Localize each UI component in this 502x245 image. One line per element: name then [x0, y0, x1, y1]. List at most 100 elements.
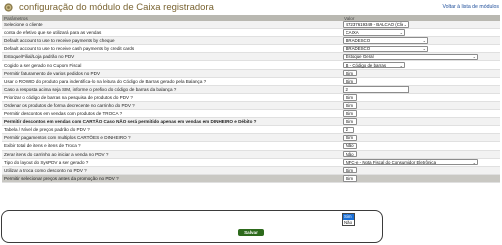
setting-value-cell: Não — [341, 150, 357, 158]
select-value: Sim — [345, 78, 354, 84]
chevron-down-icon: ⌄ — [472, 159, 476, 165]
setting-value-cell: Sim — [341, 166, 357, 174]
select-value: Estoque Geral — [345, 54, 374, 60]
select-value: Sim — [345, 167, 354, 173]
select-value: Não — [345, 143, 354, 149]
chevron-down-icon: ⌄ — [399, 30, 403, 36]
table-row: Tabela / Nível de preços padrão do PDV ?… — [2, 126, 500, 135]
select-value: Sim — [345, 175, 354, 181]
select-value: B - Código de barras — [345, 62, 387, 68]
setting-select[interactable]: B - Código de barras ⌄ — [343, 61, 405, 69]
setting-label: Permitir pagamentos com multiplos CARTÕE… — [4, 135, 131, 141]
setting-input[interactable]: 2 — [343, 86, 409, 93]
setting-select[interactable]: Estoque Geral ⌄ — [343, 53, 478, 61]
setting-select[interactable]: Não — [343, 142, 357, 150]
table-row: Permitir pagamentos com multiplos CARTÕE… — [2, 134, 500, 143]
setting-label: Permitir descontos em vendas com CARTÃO … — [4, 119, 257, 125]
setting-select[interactable]: Sim — [343, 175, 357, 182]
save-button[interactable]: Salvar — [238, 229, 264, 236]
table-row: conta de efetivo que se utilizará para a… — [2, 29, 500, 38]
back-to-modules-link[interactable]: Voltar à lista de módulos — [442, 4, 499, 10]
select-value: Sim — [345, 94, 354, 100]
setting-value-cell: CAIXA ⌄ — [341, 29, 405, 36]
setting-label: Permitir faturamento de varios pedidos n… — [4, 70, 101, 76]
setting-select[interactable]: Sim — [343, 134, 357, 142]
setting-value-cell: Sim — [341, 69, 357, 77]
setting-value-cell: Sim — [341, 110, 357, 117]
setting-value-cell: BRADESCO ⌄ — [341, 45, 428, 53]
setting-value-cell: Sim — [341, 77, 357, 85]
select-dropdown-list[interactable]: Sim Não — [342, 213, 355, 226]
chevron-down-icon: ⌄ — [472, 54, 476, 60]
table-row: Tipo do layout do SysPDV a ser gerado ? N… — [2, 158, 500, 167]
setting-value-cell: Estoque Geral ⌄ — [341, 53, 478, 61]
select-value: CAIXA — [345, 30, 359, 36]
settings-rows: Selecione o cliente 47237619349 - BALCAO … — [2, 21, 500, 183]
setting-label: Permitir selecionar preços antes da prom… — [4, 175, 119, 181]
dropdown-option-nao[interactable]: Não — [343, 220, 354, 226]
table-row: Default account to use to receive cash p… — [2, 45, 500, 54]
select-value: 2 — [345, 127, 348, 133]
table-row: Priorizar o código de barras na pesquisa… — [2, 93, 500, 102]
setting-select[interactable]: Sim — [343, 94, 357, 101]
table-row: Permitir selecionar preços antes da prom… — [2, 174, 500, 183]
table-row: Ordenar os produtos de forma decrecente … — [2, 101, 500, 111]
table-row: Permitir faturamento de varios pedidos n… — [2, 69, 500, 78]
page-title: configuração do módulo de Caixa registra… — [19, 2, 214, 13]
setting-label: Ordenar os produtos de forma decrecente … — [4, 102, 135, 108]
setting-select[interactable]: 2 — [343, 126, 354, 134]
table-row: Usar o ROWID do produto para indentifica… — [2, 77, 500, 86]
setting-select[interactable]: Sim — [343, 118, 357, 125]
chevron-down-icon: ⌄ — [399, 62, 403, 68]
setting-select[interactable]: Sim — [343, 77, 357, 85]
select-value: Sim — [345, 135, 354, 141]
table-row: Cogido a ser gerado no Cupom Fiscal B - C… — [2, 61, 500, 70]
column-header-value: Valor — [344, 15, 355, 21]
setting-label: conta de efetivo que se utilizará para a… — [4, 30, 102, 36]
setting-select[interactable]: Sim — [343, 102, 357, 109]
table-row: Selecione o cliente 47237619349 - BALCAO … — [2, 21, 500, 30]
focus-outline — [1, 210, 383, 243]
setting-label: Usar o ROWID do produto para indentifica… — [4, 78, 207, 84]
table-row: Permitir descontos em vendas com CARTÃO … — [2, 118, 500, 127]
setting-select[interactable]: Sim — [343, 110, 357, 117]
chevron-down-icon: ⌄ — [403, 22, 407, 28]
setting-label: Default account to use to receive paymen… — [4, 38, 115, 44]
setting-label: Default account to use to receive cash p… — [4, 46, 135, 52]
setting-value-cell: BRADESCO ⌄ — [341, 37, 428, 44]
setting-label: Cogido a ser gerado no Cupom Fiscal — [4, 62, 82, 68]
select-value: Sim — [345, 70, 354, 76]
setting-label: Caso a resposta acima seja SIM, informe … — [4, 86, 177, 92]
setting-select[interactable]: 47237619349 - BALCAO (Cliente, Fo⌄ — [343, 21, 409, 28]
setting-select[interactable]: CAIXA ⌄ — [343, 29, 405, 36]
column-header-params: Parâmetros — [4, 15, 28, 21]
setting-select[interactable]: BRADESCO ⌄ — [343, 45, 428, 53]
setting-value-cell: 47237619349 - BALCAO (Cliente, Fo⌄ — [341, 21, 409, 28]
settings-table: Parâmetros Valor Selecione o cliente 4723… — [2, 15, 500, 183]
select-value: BRADESCO — [345, 38, 371, 44]
setting-value-cell: Sim — [341, 175, 357, 182]
table-row: Zerar itens do carrinho ao iniciar a ven… — [2, 150, 500, 159]
setting-label: Selecione o cliente — [4, 22, 43, 28]
table-row: Permitir descontos em vendas com produto… — [2, 110, 500, 119]
setting-select[interactable]: Não — [343, 150, 357, 158]
setting-label: Exibir total de itens e itens de Troca ? — [4, 143, 81, 149]
setting-value-cell: Sim — [341, 134, 357, 142]
setting-value-cell: Sim — [341, 102, 357, 109]
chevron-down-icon: ⌄ — [422, 38, 426, 44]
select-value: Sim — [345, 102, 354, 108]
page-header: configuração do módulo de Caixa registra… — [0, 0, 502, 16]
setting-select[interactable]: Sim — [343, 166, 357, 174]
setting-select[interactable]: Sim — [343, 69, 357, 77]
setting-select[interactable]: NFC-e - Nota Fiscal do Consumidor Eletrô… — [343, 158, 478, 166]
setting-select[interactable]: BRADESCO ⌄ — [343, 37, 428, 44]
setting-label: Tipo do layout do SysPDV a ser gerado ? — [4, 159, 89, 165]
select-value: 47237619349 - BALCAO (Cliente, Fo — [345, 22, 403, 28]
select-value: BRADESCO — [345, 46, 371, 52]
table-row: Default account to use to receive paymen… — [2, 37, 500, 46]
select-value: Não — [345, 151, 354, 157]
setting-value-cell: 2 — [341, 126, 354, 134]
setting-label: Utilizar a troca como desconto no PDV ? — [4, 167, 87, 173]
select-value: Sim — [345, 119, 354, 125]
setting-value-cell: B - Código de barras ⌄ — [341, 61, 405, 69]
